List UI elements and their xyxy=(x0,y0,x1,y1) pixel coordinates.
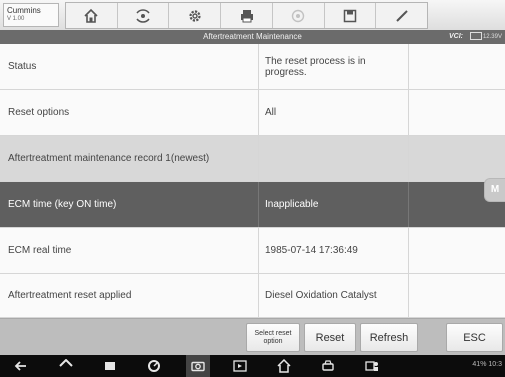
vci-indicator: VCI: xyxy=(449,33,463,40)
screen-record-button[interactable] xyxy=(232,358,248,374)
select-reset-option-button[interactable]: Select reset option xyxy=(246,323,300,352)
help-button[interactable] xyxy=(273,3,325,28)
row-label: ECM time (key ON time) xyxy=(0,182,259,227)
esc-button[interactable]: ESC xyxy=(446,323,503,352)
recent-apps-icon xyxy=(105,362,115,370)
row-label: Status xyxy=(0,44,259,89)
camera-button[interactable] xyxy=(186,355,210,377)
maxisys-home-icon xyxy=(277,359,291,373)
save-icon xyxy=(343,9,357,22)
system-status: 41% 10:3 xyxy=(472,361,502,368)
print-button[interactable] xyxy=(221,3,273,28)
row-value: Inapplicable xyxy=(259,182,409,227)
browser-icon xyxy=(148,360,160,372)
title-bar: Aftertreatment Maintenance VCI: 12.39V xyxy=(0,30,505,44)
side-menu-tab[interactable]: M xyxy=(484,178,505,202)
row-label: Aftertreatment reset applied xyxy=(0,274,259,317)
row-value: 1985-07-14 17:36:49 xyxy=(259,228,409,273)
row-label: Reset options xyxy=(0,90,259,135)
vci-manager-icon xyxy=(365,361,378,371)
reset-button[interactable]: Reset xyxy=(304,323,356,352)
save-button[interactable] xyxy=(325,3,377,28)
data-log-icon xyxy=(395,9,408,22)
screen-record-icon xyxy=(233,360,247,372)
table-row[interactable]: Reset options All xyxy=(0,90,505,136)
row-value xyxy=(259,136,409,181)
table-section-header: Aftertreatment maintenance record 1(newe… xyxy=(0,136,505,182)
camera-icon xyxy=(191,361,205,372)
home-button[interactable] xyxy=(66,3,118,28)
table-row-selected[interactable]: ECM time (key ON time) Inapplicable xyxy=(0,182,505,228)
row-value: The reset process is in progress. xyxy=(259,44,409,89)
page-title: Aftertreatment Maintenance xyxy=(203,32,302,41)
browser-button[interactable] xyxy=(146,358,162,374)
vehicle-swap-button[interactable] xyxy=(118,3,170,28)
table-row[interactable]: Aftertreatment reset applied Diesel Oxid… xyxy=(0,274,505,318)
row-label: Aftertreatment maintenance record 1(newe… xyxy=(0,136,259,181)
settings-icon xyxy=(189,9,201,22)
vci-manager-button[interactable] xyxy=(364,358,380,374)
table-row[interactable]: Status The reset process is in progress. xyxy=(0,44,505,90)
battery-voltage-text: 12.39V xyxy=(482,34,502,40)
car-icon xyxy=(322,360,334,371)
table-row[interactable]: ECM real time 1985-07-14 17:36:49 xyxy=(0,228,505,274)
data-log-button[interactable] xyxy=(376,3,427,28)
home-nav-button[interactable] xyxy=(58,358,74,374)
action-bar: Select reset option Reset Refresh ESC xyxy=(0,318,505,356)
recent-apps-button[interactable] xyxy=(102,358,118,374)
vehicle-name: Cummins xyxy=(7,6,41,15)
maxisys-home-button[interactable] xyxy=(276,358,292,374)
home-icon xyxy=(84,8,98,23)
maintenance-table: Status The reset process is in progress.… xyxy=(0,44,505,318)
vehicle-info[interactable]: Cummins V 1.00 xyxy=(3,3,59,27)
row-label: ECM real time xyxy=(0,228,259,273)
toolbar-buttons xyxy=(65,2,428,29)
row-value: Diesel Oxidation Catalyst xyxy=(259,274,409,317)
vehicle-version: V 1.00 xyxy=(7,16,25,22)
print-icon xyxy=(240,9,253,22)
back-icon xyxy=(14,361,26,371)
refresh-button[interactable]: Refresh xyxy=(360,323,418,352)
row-value: All xyxy=(259,90,409,135)
back-button[interactable] xyxy=(13,358,29,374)
top-toolbar: Cummins V 1.00 xyxy=(0,0,505,31)
home-icon xyxy=(59,359,73,367)
vehicle-swap-icon xyxy=(136,8,150,23)
battery-voltage: 12.39V xyxy=(469,30,502,44)
android-nav-bar: 41% 10:3 xyxy=(0,355,505,377)
settings-button[interactable] xyxy=(169,3,222,28)
battery-icon xyxy=(469,32,482,41)
help-icon xyxy=(292,9,305,22)
vehicle-shortcut-button[interactable] xyxy=(320,358,336,374)
